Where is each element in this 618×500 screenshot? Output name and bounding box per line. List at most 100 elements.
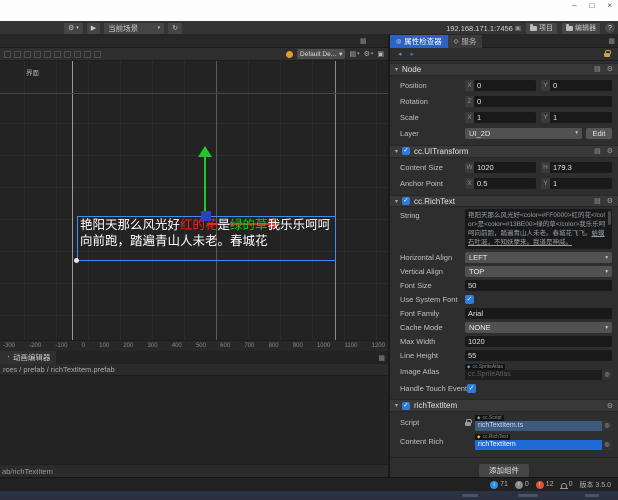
- horizontal-align-select[interactable]: LEFT ▾: [465, 252, 612, 263]
- corner-handle[interactable]: [74, 258, 79, 263]
- asset-picker-icon[interactable]: ◎: [602, 370, 612, 380]
- minimize-icon[interactable]: –: [572, 1, 576, 10]
- transform-tool-icon[interactable]: [34, 51, 41, 58]
- panel-menu-icon[interactable]: ▦: [360, 37, 367, 45]
- section-uitransform[interactable]: ▾ ✓ cc.UITransform ▤ ⚙: [390, 145, 618, 158]
- component-enabled-checkbox[interactable]: ✓: [402, 402, 410, 410]
- font-family-input[interactable]: Arial: [465, 308, 612, 319]
- gizmo-y-arrowhead-icon[interactable]: [198, 146, 212, 157]
- layer-select[interactable]: UI_2D ▾: [465, 128, 582, 139]
- notification-badge[interactable]: 0: [561, 481, 573, 488]
- tab-service[interactable]: ◇ 服务: [448, 35, 483, 48]
- gizmo-settings-dropdown[interactable]: ⚙ ▾: [364, 50, 374, 58]
- copy-icon[interactable]: ▣: [515, 24, 521, 32]
- use-system-font-checkbox[interactable]: ✓: [465, 295, 474, 304]
- gear-icon[interactable]: ⚙: [607, 147, 613, 155]
- axis-prefix: X: [465, 178, 474, 189]
- section-richtext[interactable]: ▾ ✓ cc.RichText ▤ ⚙: [390, 195, 618, 208]
- image-atlas-placeholder: cc.SpriteAtlas: [468, 371, 511, 378]
- position-y-input[interactable]: 0: [550, 80, 612, 91]
- gear-icon[interactable]: ⚙: [607, 402, 613, 410]
- chevron-down-icon: ▾: [395, 198, 398, 205]
- cache-mode-select[interactable]: NONE ▾: [465, 322, 612, 333]
- align-tool-icon[interactable]: [74, 51, 81, 58]
- animation-timeline-area[interactable]: [0, 376, 388, 464]
- transform-tool-icon[interactable]: [44, 51, 51, 58]
- add-component-button[interactable]: 添加组件: [479, 464, 529, 477]
- inspector-panel: ▾ Node ▤ ⚙ Position X 0 Y 0 Rotation Z 0…: [390, 61, 618, 477]
- transform-tool-icon[interactable]: [54, 51, 61, 58]
- open-project-button[interactable]: 项目: [526, 23, 557, 34]
- string-textarea[interactable]: 艳阳天那么风光好<color=#FF0000>红的花</color>是<colo…: [465, 209, 612, 249]
- position-x-input[interactable]: 0: [474, 80, 536, 91]
- open-editor-button[interactable]: 编辑器: [562, 23, 600, 34]
- image-atlas-field[interactable]: cc.SpriteAtlas ◎: [465, 370, 612, 380]
- vertical-align-select[interactable]: TOP ▾: [465, 266, 612, 277]
- scene-view[interactable]: 界面 艳阳天那么风光好红的花是绿的草我乐乐呵呵 向前跑，踏遍青山人未老。春城花: [0, 61, 388, 340]
- error-icon: !: [536, 481, 544, 489]
- content-size-h-input[interactable]: 179.3: [550, 162, 612, 173]
- scene-color-button[interactable]: ▣: [377, 50, 384, 58]
- inspector-lock-icon[interactable]: [604, 53, 610, 57]
- history-back-icon[interactable]: ◂: [398, 50, 402, 58]
- rotation-z-input[interactable]: 0: [474, 96, 612, 107]
- close-icon[interactable]: ×: [607, 1, 612, 10]
- diamond-icon: ◆: [477, 415, 480, 421]
- transform-tool-icon[interactable]: [4, 51, 11, 58]
- content-size-w-input[interactable]: 1020: [474, 162, 536, 173]
- align-tool-icon[interactable]: [84, 51, 91, 58]
- preview-device-select[interactable]: Default De... ▾: [297, 49, 345, 59]
- panel-menu-icon[interactable]: ▦: [378, 354, 385, 362]
- component-enabled-checkbox[interactable]: ✓: [402, 197, 410, 205]
- scene-toolbar: Default De... ▾ ▤ ▾ ⚙ ▾ ▣: [0, 48, 388, 61]
- gear-icon[interactable]: ⚙: [607, 197, 613, 205]
- transform-tool-icon[interactable]: [14, 51, 21, 58]
- content-rich-field[interactable]: richTextItem ◎: [475, 440, 612, 450]
- anchor-y-input[interactable]: 1: [550, 178, 612, 189]
- layer-edit-button[interactable]: Edit: [586, 128, 612, 139]
- node-picker-icon[interactable]: ◎: [602, 440, 612, 450]
- tab-inspector[interactable]: ◎ 属性检查器: [390, 35, 448, 48]
- tab-animation-editor[interactable]: ◔ 动画编辑器: [0, 351, 56, 364]
- panel-menu-icon[interactable]: ▦: [608, 37, 615, 45]
- gear-icon[interactable]: ⚙: [607, 65, 613, 73]
- anchor-x-input[interactable]: 0.5: [474, 178, 536, 189]
- section-title: richTextItem: [414, 401, 457, 410]
- scene-light-toggle[interactable]: [286, 51, 293, 58]
- gizmo-anchor-handle[interactable]: [201, 211, 211, 221]
- scale-y-input[interactable]: 1: [550, 112, 612, 123]
- section-richtextitem[interactable]: ▾ ✓ richTextItem ⚙: [390, 399, 618, 412]
- field-label: Max Width: [400, 337, 465, 346]
- editor-settings-dropdown[interactable]: ⚙ ▾: [64, 23, 83, 34]
- asset-picker-icon[interactable]: ◎: [602, 421, 612, 431]
- view-settings-dropdown[interactable]: ▤ ▾: [349, 50, 359, 58]
- help-button[interactable]: ?: [605, 23, 615, 33]
- script-field[interactable]: richTextItem.ts ◎: [475, 421, 612, 431]
- field-label: Font Size: [400, 281, 465, 290]
- refresh-button[interactable]: ↻: [168, 23, 182, 34]
- gizmo-y-axis[interactable]: [204, 156, 206, 216]
- section-node[interactable]: ▾ Node ▤ ⚙: [390, 63, 618, 76]
- text-segment: 是: [218, 218, 231, 232]
- play-button[interactable]: ▶: [87, 23, 100, 34]
- console-error-badge[interactable]: ! 12: [536, 481, 554, 489]
- console-warn-badge[interactable]: ! 0: [515, 481, 529, 489]
- doc-icon[interactable]: ▤: [594, 65, 601, 73]
- scrollbar[interactable]: [608, 211, 611, 225]
- component-enabled-checkbox[interactable]: ✓: [402, 147, 410, 155]
- handle-touch-event-checkbox[interactable]: ✓: [467, 384, 476, 393]
- transform-tool-icon[interactable]: [24, 51, 31, 58]
- scale-x-input[interactable]: 1: [474, 112, 536, 123]
- maximize-icon[interactable]: □: [589, 1, 594, 10]
- history-forward-icon[interactable]: ▸: [411, 50, 415, 58]
- richtext-node-bounds[interactable]: 艳阳天那么风光好红的花是绿的草我乐乐呵呵 向前跑，踏遍青山人未老。春城花: [77, 216, 336, 261]
- console-info-badge[interactable]: i 71: [490, 481, 508, 489]
- align-tool-icon[interactable]: [94, 51, 101, 58]
- doc-icon[interactable]: ▤: [594, 197, 601, 205]
- line-height-input[interactable]: 55: [465, 350, 612, 361]
- max-width-input[interactable]: 1020: [465, 336, 612, 347]
- font-size-input[interactable]: 50: [465, 280, 612, 291]
- doc-icon[interactable]: ▤: [594, 147, 601, 155]
- scene-select[interactable]: 当前场景 ▾: [104, 23, 164, 34]
- transform-tool-icon[interactable]: [64, 51, 71, 58]
